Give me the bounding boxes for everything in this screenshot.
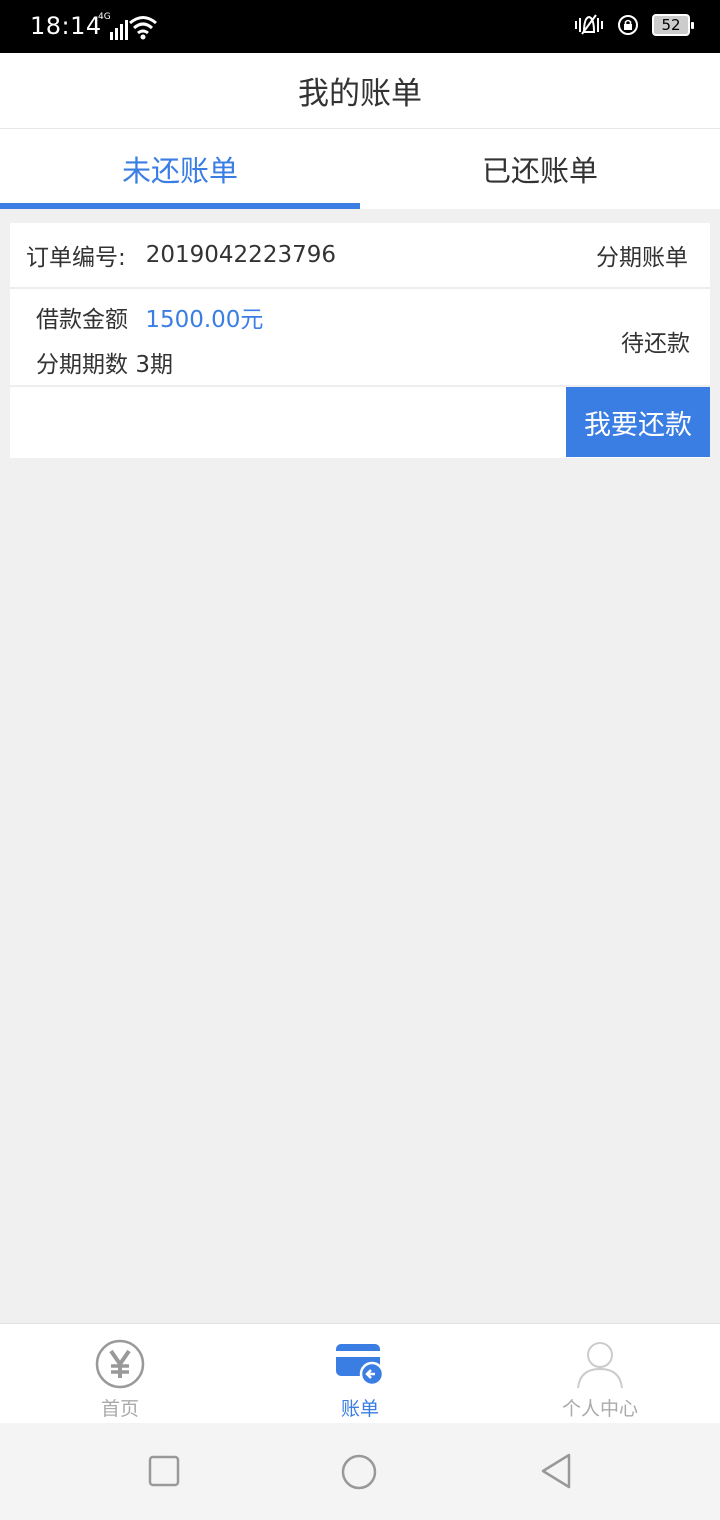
tab-label: 已还账单 [481, 154, 598, 188]
battery-icon: 52 [652, 14, 694, 36]
back-icon[interactable] [538, 1452, 574, 1490]
installments-line: 分期期数 3期 [36, 345, 173, 379]
loan-amount: 1500.00元 [145, 307, 264, 333]
status-time: 18:14 [30, 12, 102, 40]
tab-label: 未还账单 [121, 154, 238, 188]
nav-item-profile[interactable]: 个人中心 [480, 1324, 720, 1423]
rotation-lock-icon [618, 15, 638, 35]
bill-card: 订单编号: 2019042223796 分期账单 借款金额 1500.00元 分… [10, 223, 710, 458]
order-row: 订单编号: 2019042223796 分期账单 [10, 223, 710, 289]
home-circle-icon[interactable] [340, 1453, 378, 1491]
status-bar: 18:14 4G 52 [0, 0, 720, 53]
cellular-signal-icon: 4G [98, 12, 128, 40]
nav-label: 首页 [100, 1398, 139, 1420]
installments-count: 3期 [135, 352, 173, 378]
loan-amount-label: 借款金额 [36, 307, 128, 333]
repay-button[interactable]: 我要还款 [566, 387, 710, 457]
battery-level: 52 [661, 16, 681, 34]
nav-label: 账单 [340, 1398, 379, 1420]
nav-label: 个人中心 [561, 1398, 638, 1420]
tab-unpaid-bills[interactable]: 未还账单 [0, 129, 360, 209]
app-header: 我的账单 [0, 53, 720, 129]
order-number-label: 订单编号: [26, 245, 126, 271]
page-title: 我的账单 [298, 76, 422, 112]
tab-paid-bills[interactable]: 已还账单 [360, 129, 720, 209]
repayment-status: 待还款 [621, 331, 690, 357]
bill-card-icon [336, 1344, 385, 1387]
loan-amount-line: 借款金额 1500.00元 [36, 300, 263, 334]
yuan-icon [95, 1339, 145, 1389]
nav-item-home[interactable]: 首页 [0, 1324, 240, 1423]
vibrate-icon [575, 14, 603, 35]
network-type: 4G [98, 12, 111, 22]
wifi-icon [129, 16, 157, 40]
order-number: 2019042223796 [145, 242, 336, 268]
nav-item-bills[interactable]: 账单 [240, 1324, 480, 1423]
installments-label: 分期期数 [36, 352, 128, 378]
user-icon [577, 1342, 623, 1389]
recent-apps-icon[interactable] [147, 1454, 181, 1488]
loan-info-row: 借款金额 1500.00元 分期期数 3期 待还款 [10, 289, 710, 387]
bottom-nav: 首页 账单 个人中心 [0, 1323, 720, 1423]
action-row: 我要还款 [10, 387, 710, 457]
system-nav-bar [0, 1423, 720, 1520]
bill-tabs: 未还账单 已还账单 [0, 129, 720, 209]
bill-type: 分期账单 [596, 245, 688, 271]
